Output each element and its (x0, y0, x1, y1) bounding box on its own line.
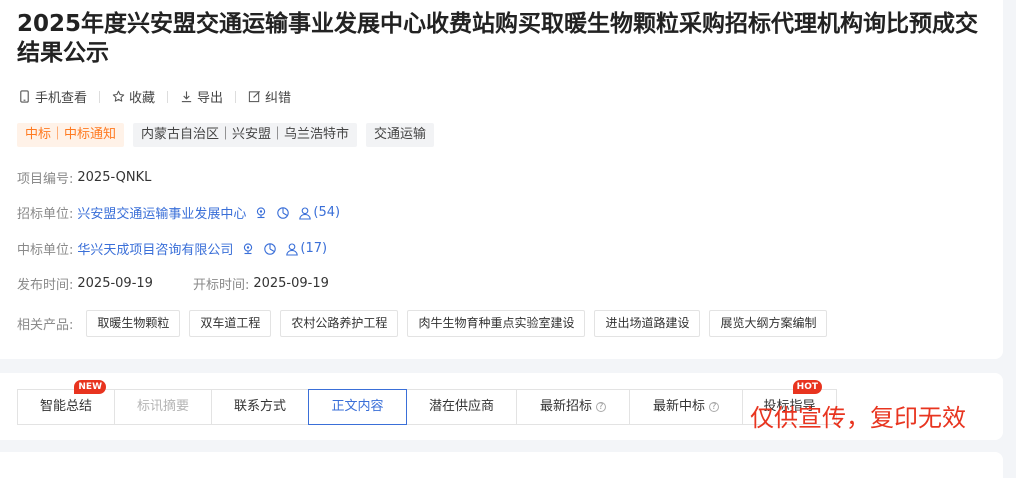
tab-label: 智能总结 (39, 399, 92, 414)
tab-contact[interactable]: 联系方式 (212, 390, 309, 424)
winner-label: 中标单位: (17, 243, 74, 258)
product-tag[interactable]: 取暖生物颗粒 (86, 310, 181, 337)
tab-label: 潜在供应商 (428, 399, 494, 414)
tab-main-content[interactable]: 正文内容 (308, 389, 407, 425)
export-button[interactable]: 导出 (180, 87, 223, 106)
download-icon (181, 91, 192, 103)
tab-bid-summary[interactable]: 标讯摘要 (115, 390, 212, 424)
edit-icon (248, 90, 261, 103)
content-card (0, 452, 1003, 478)
action-bar: 手机查看 收藏 导出 纠错 (18, 87, 291, 106)
divider (235, 90, 237, 103)
phone-icon (20, 90, 29, 103)
mobile-view-label: 手机查看 (35, 91, 88, 106)
product-tag[interactable]: 双车道工程 (189, 310, 272, 337)
open-time-label: 开标时间: (192, 278, 250, 293)
product-tag[interactable]: 农村公路养护工程 (280, 310, 399, 337)
related-products-label: 相关产品: (17, 318, 74, 333)
tag-list: 中标｜中标通知 内蒙古自治区｜兴安盟｜乌兰浩特市 交通运输 (17, 123, 435, 147)
tenderer-count: (54) (313, 205, 341, 220)
tenderer-link[interactable]: 兴安盟交通运输事业发展中心 (77, 203, 246, 222)
project-number-row: 项目编号: 2025-QNKL (17, 168, 151, 187)
hot-badge: HOT (792, 380, 822, 394)
notice-type-tag[interactable]: 中标｜中标通知 (17, 123, 125, 147)
open-time-value: 2025-09-19 (253, 276, 329, 291)
favorite-button[interactable]: 收藏 (112, 87, 155, 106)
favorite-label: 收藏 (129, 91, 156, 106)
mobile-view-button[interactable]: 手机查看 (18, 87, 87, 106)
help-icon: ? (596, 402, 606, 412)
divider (167, 90, 169, 103)
winner-contacts[interactable]: (17) (285, 241, 327, 256)
tab-label: 最新招标 (539, 399, 592, 414)
winner-link[interactable]: 华兴天成项目咨询有限公司 (77, 239, 233, 258)
related-products: 相关产品: 取暖生物颗粒 双车道工程 农村公路养护工程 肉牛生物育种重点实验室建… (17, 310, 836, 337)
tab-potential-suppliers[interactable]: 潜在供应商 (407, 390, 517, 424)
divider (99, 90, 101, 103)
tab-label: 最新中标 (652, 399, 705, 414)
content-tabs: 智能总结 NEW 标讯摘要 联系方式 正文内容 潜在供应商 最新招标? 最新中标… (17, 380, 837, 425)
help-icon: ? (709, 402, 719, 412)
date-row: 发布时间: 2025-09-19 开标时间: 2025-09-19 (17, 274, 329, 293)
tab-latest-awards[interactable]: 最新中标? (630, 390, 743, 424)
tab-smart-summary[interactable]: 智能总结 NEW (18, 380, 115, 424)
industry-tag[interactable]: 交通运输 (366, 123, 435, 147)
pie-chart-icon[interactable] (263, 242, 277, 256)
location-icon[interactable] (254, 206, 268, 220)
report-error-label: 纠错 (265, 91, 292, 106)
tenderer-row: 招标单位: 兴安盟交通运输事业发展中心 (54) (17, 203, 340, 222)
winner-row: 中标单位: 华兴天成项目咨询有限公司 (17) (17, 239, 327, 258)
pie-chart-icon[interactable] (276, 206, 290, 220)
project-number-value: 2025-QNKL (77, 170, 152, 185)
announcement-card: 2025年度兴安盟交通运输事业发展中心收费站购买取暖生物颗粒采购招标代理机构询比… (0, 0, 1003, 359)
tab-label: 正文内容 (331, 399, 384, 414)
report-error-button[interactable]: 纠错 (248, 87, 291, 106)
tab-label: 标讯摘要 (136, 399, 189, 414)
project-number-label: 项目编号: (17, 172, 74, 187)
user-icon (299, 206, 312, 220)
publish-time-label: 发布时间: (17, 278, 74, 293)
export-label: 导出 (197, 91, 224, 106)
tab-latest-tenders[interactable]: 最新招标? (517, 390, 630, 424)
star-icon (112, 90, 125, 102)
tenderer-contacts[interactable]: (54) (298, 205, 340, 220)
product-tag[interactable]: 展览大纲方案编制 (709, 310, 828, 337)
user-icon (286, 242, 299, 256)
page-title: 2025年度兴安盟交通运输事业发展中心收费站购买取暖生物颗粒采购招标代理机构询比… (17, 11, 979, 66)
publish-time-value: 2025-09-19 (77, 276, 153, 291)
new-badge: NEW (74, 380, 106, 394)
product-tag[interactable]: 肉牛生物育种重点实验室建设 (407, 310, 586, 337)
product-tag[interactable]: 进出场道路建设 (594, 310, 701, 337)
tenderer-label: 招标单位: (17, 207, 74, 222)
watermark: 仅供宣传，复印无效 (750, 404, 966, 432)
winner-count: (17) (300, 241, 328, 256)
tab-label: 联系方式 (233, 399, 286, 414)
location-icon[interactable] (241, 242, 255, 256)
region-tag[interactable]: 内蒙古自治区｜兴安盟｜乌兰浩特市 (133, 123, 358, 147)
